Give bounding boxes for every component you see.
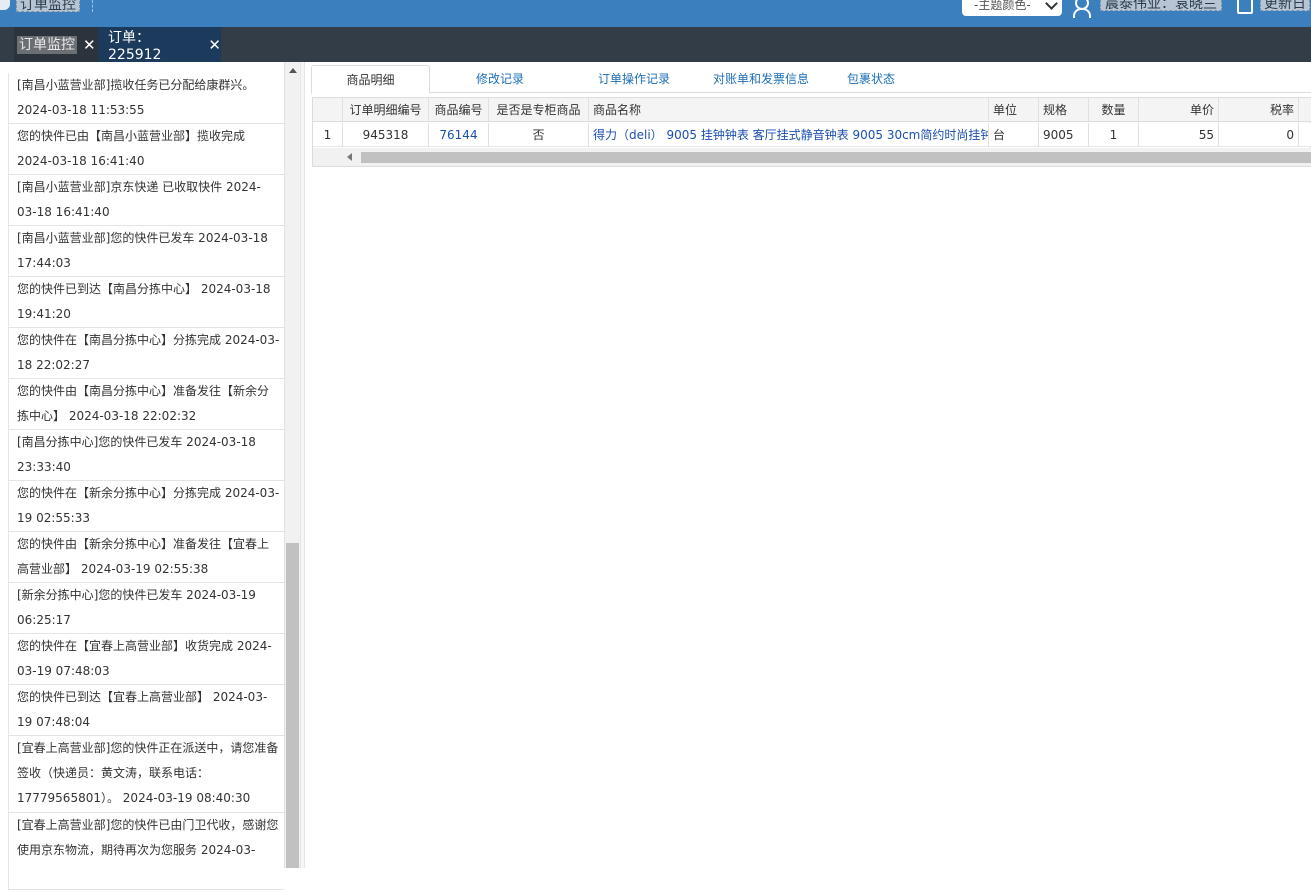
spec-cell: 9005 xyxy=(1039,123,1089,147)
tab-product-detail[interactable]: 商品明细 xyxy=(311,65,430,94)
tab-package-status[interactable]: 包裹状态 xyxy=(821,65,921,93)
tracking-log-list: [南昌小蓝营业部]揽收任务已分配给康群兴。 2024-03-18 11:53:5… xyxy=(8,73,284,890)
topbar-divider xyxy=(92,0,93,12)
table-row[interactable]: 1 945318 76144 否 得力（deli） 9005 挂钟钟表 客厅挂式… xyxy=(313,123,1311,147)
vertical-scrollbar[interactable] xyxy=(284,62,300,868)
chevron-down-icon xyxy=(1045,0,1058,10)
column-header[interactable]: 规格 xyxy=(1039,98,1089,122)
column-header[interactable]: 税率 xyxy=(1219,98,1299,122)
tab-label: 订单监控 xyxy=(17,35,77,54)
close-icon[interactable]: ✕ xyxy=(83,36,96,54)
theme-color-select[interactable]: -主题颜色- xyxy=(962,0,1062,16)
tab-invoice-info[interactable]: 对账单和发票信息 xyxy=(691,65,831,93)
list-item: [宜春上高营业部]您的快件已由门卫代收，感谢您使用京东物流，期待再次为您服务 2… xyxy=(8,813,284,890)
tab-operation-log[interactable]: 订单操作记录 xyxy=(569,65,699,93)
grid-header: 订单明细编号 商品编号 是否是专柜商品 商品名称 单位 规格 数量 单价 税率 xyxy=(313,98,1311,122)
list-item: [新余分拣中心]您的快件已发车 2024-03-19 06:25:17 xyxy=(8,583,284,634)
close-icon[interactable]: ✕ xyxy=(208,36,221,54)
row-number: 1 xyxy=(313,123,343,147)
product-name-link[interactable]: 得力（deli） 9005 挂钟钟表 客厅挂式静音钟表 9005 30cm简约时… xyxy=(589,123,989,147)
list-item: [宜春上高营业部]您的快件正在派送中，请您准备签收（快递员：黄文涛，联系电话：1… xyxy=(8,736,284,813)
list-item: [南昌小蓝营业部]揽收任务已分配给康群兴。 2024-03-18 11:53:5… xyxy=(8,73,284,124)
list-item: 您的快件在【宜春上高营业部】收货完成 2024-03-19 07:48:03 xyxy=(8,634,284,685)
tax-rate-cell: 0 xyxy=(1219,123,1299,147)
column-header[interactable]: 商品名称 xyxy=(589,98,989,122)
top-bar: 订单监控 -主题颜色- 晨泰伟业：袁晓兰 更新日 xyxy=(0,0,1311,27)
user-icon[interactable] xyxy=(1070,0,1092,18)
column-header[interactable]: 商品编号 xyxy=(429,98,489,122)
product-id-link[interactable]: 76144 xyxy=(429,123,489,147)
column-header[interactable]: 订单明细编号 xyxy=(343,98,429,122)
list-item: 您的快件由【南昌分拣中心】准备发往【新余分拣中心】 2024-03-18 22:… xyxy=(8,379,284,430)
tab-change-log[interactable]: 修改记录 xyxy=(441,65,559,93)
scroll-up-icon[interactable] xyxy=(289,68,297,73)
list-item: [南昌小蓝营业部]您的快件已发车 2024-03-18 17:44:03 xyxy=(8,226,284,277)
app-logo-icon xyxy=(0,0,10,10)
product-grid: 订单明细编号 商品编号 是否是专柜商品 商品名称 单位 规格 数量 单价 税率 … xyxy=(312,97,1311,167)
update-log-icon[interactable] xyxy=(1236,0,1253,14)
column-header xyxy=(313,98,343,122)
unit-price-cell: 55 xyxy=(1139,123,1219,147)
list-item: 您的快件由【新余分拣中心】准备发往【宜春上高营业部】 2024-03-19 02… xyxy=(8,532,284,583)
scrollbar-thumb[interactable] xyxy=(286,543,299,868)
user-area: 晨泰伟业：袁晓兰 更新日 xyxy=(1070,0,1310,18)
list-item: 您的快件已到达【宜春上高营业部】 2024-03-19 07:48:04 xyxy=(8,685,284,736)
unit-cell: 台 xyxy=(989,123,1039,147)
column-header[interactable]: 是否是专柜商品 xyxy=(489,98,589,122)
column-header[interactable]: 单价 xyxy=(1139,98,1219,122)
column-header[interactable]: 单位 xyxy=(989,98,1039,122)
counter-product-cell: 否 xyxy=(489,123,589,147)
app-title[interactable]: 订单监控 xyxy=(16,0,80,13)
list-item: 您的快件已由【南昌小蓝营业部】揽收完成 2024-03-18 16:41:40 xyxy=(8,124,284,175)
scroll-left-icon[interactable] xyxy=(347,153,352,161)
list-item: 您的快件已到达【南昌分拣中心】 2024-03-18 19:41:20 xyxy=(8,277,284,328)
tab-order-monitor[interactable]: 订单监控 ✕ xyxy=(14,27,98,62)
quantity-cell: 1 xyxy=(1089,123,1139,147)
user-name[interactable]: 晨泰伟业：袁晓兰 xyxy=(1100,0,1222,12)
list-item: 您的快件在【新余分拣中心】分拣完成 2024-03-19 02:55:33 xyxy=(8,481,284,532)
detail-tabs: 商品明细 修改记录 订单操作记录 对账单和发票信息 包裹状态 xyxy=(311,65,1311,94)
theme-select-value: -主题颜色- xyxy=(974,0,1031,12)
column-header[interactable]: 数量 xyxy=(1089,98,1139,122)
order-detail-area: 商品明细 修改记录 订单操作记录 对账单和发票信息 包裹状态 订单明细编号 商品… xyxy=(305,62,1311,868)
horizontal-scrollbar[interactable] xyxy=(313,148,1311,166)
list-item: 您的快件在【南昌分拣中心】分拣完成 2024-03-18 22:02:27 xyxy=(8,328,284,379)
list-item: [南昌小蓝营业部]京东快递 已收取快件 2024-03-18 16:41:40 xyxy=(8,175,284,226)
detail-id-cell: 945318 xyxy=(343,123,429,147)
tracking-log-panel: [南昌小蓝营业部]揽收任务已分配给康群兴。 2024-03-18 11:53:5… xyxy=(0,62,300,890)
tab-label: 订单：225912 xyxy=(108,29,162,63)
page-tab-bar: 订单监控 ✕ 订单：225912 ✕ xyxy=(0,27,1311,63)
app-title-area: 订单监控 xyxy=(0,0,80,13)
list-item: [南昌分拣中心]您的快件已发车 2024-03-18 23:33:40 xyxy=(8,430,284,481)
scrollbar-thumb[interactable] xyxy=(361,152,1311,163)
tab-order-detail[interactable]: 订单：225912 ✕ xyxy=(98,27,221,63)
update-log-link[interactable]: 更新日 xyxy=(1260,0,1310,12)
